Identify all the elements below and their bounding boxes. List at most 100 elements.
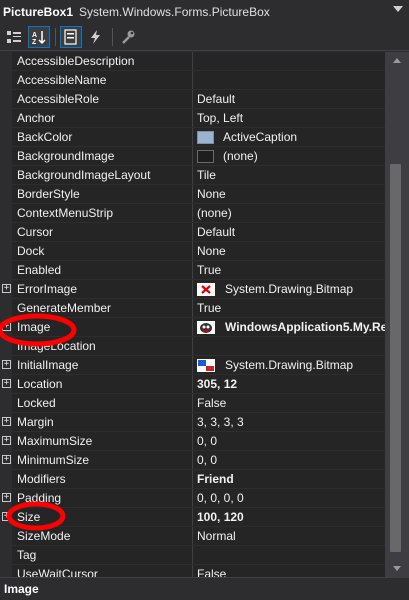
row-gutter	[0, 166, 12, 184]
property-value[interactable]	[193, 337, 385, 355]
property-name: SizeMode	[12, 527, 193, 545]
object-type: System.Windows.Forms.PictureBox	[79, 5, 270, 19]
alphabetical-button[interactable]: A Z	[28, 26, 50, 48]
property-value[interactable]: 0, 0	[193, 451, 385, 469]
property-row[interactable]: + MinimumSize 0, 0	[0, 451, 385, 470]
property-name: UseWaitCursor	[12, 565, 193, 577]
property-name: ContextMenuStrip	[12, 204, 193, 222]
property-value[interactable]: System.Drawing.Bitmap	[193, 356, 385, 374]
expand-icon[interactable]: +	[2, 493, 11, 502]
property-row[interactable]: Tag	[0, 546, 385, 565]
scroll-thumb[interactable]	[390, 164, 401, 552]
property-value[interactable]	[193, 52, 385, 70]
expand-icon[interactable]: +	[2, 455, 11, 464]
property-value[interactable]: Tile	[193, 166, 385, 184]
property-value-text: Default	[197, 92, 236, 106]
row-gutter	[0, 109, 12, 127]
property-row[interactable]: AccessibleName	[0, 71, 385, 90]
expand-icon[interactable]: +	[2, 284, 11, 293]
property-value[interactable]: 3, 3, 3, 3	[193, 413, 385, 431]
property-row[interactable]: AccessibleDescription	[0, 52, 385, 71]
property-name: Locked	[12, 394, 193, 412]
property-value[interactable]: True	[193, 299, 385, 317]
expand-icon[interactable]: +	[2, 379, 11, 388]
property-row[interactable]: BackgroundImageLayout Tile	[0, 166, 385, 185]
property-row[interactable]: Dock None	[0, 242, 385, 261]
events-button[interactable]	[85, 26, 107, 48]
property-value[interactable]: System.Drawing.Bitmap	[193, 280, 385, 298]
property-value[interactable]: Friend	[193, 470, 385, 488]
property-value[interactable]: Normal	[193, 527, 385, 545]
row-gutter	[0, 242, 12, 260]
property-value[interactable]	[193, 71, 385, 89]
vertical-scrollbar[interactable]	[385, 52, 409, 577]
property-row[interactable]: + Location 305, 12	[0, 375, 385, 394]
categorized-icon	[7, 31, 21, 43]
property-row[interactable]: Anchor Top, Left	[0, 109, 385, 128]
property-row[interactable]: Locked False	[0, 394, 385, 413]
property-value[interactable]: None	[193, 242, 385, 260]
property-value-text: WindowsApplication5.My.Re	[225, 320, 385, 334]
expand-icon[interactable]: +	[2, 436, 11, 445]
property-row[interactable]: + Padding 0, 0, 0, 0	[0, 489, 385, 508]
property-name: MinimumSize	[12, 451, 193, 469]
property-value[interactable]: 0, 0, 0, 0	[193, 489, 385, 507]
property-value[interactable]: ActiveCaption	[193, 128, 385, 146]
property-row[interactable]: + Margin 3, 3, 3, 3	[0, 413, 385, 432]
property-name: Margin	[12, 413, 193, 431]
property-row[interactable]: Modifiers Friend	[0, 470, 385, 489]
svg-text:Z: Z	[32, 39, 37, 45]
property-value-text: 100, 120	[197, 510, 244, 524]
properties-header[interactable]: PictureBox1 System.Windows.Forms.Picture…	[0, 0, 409, 24]
property-row[interactable]: BorderStyle None	[0, 185, 385, 204]
property-value[interactable]: 0, 0	[193, 432, 385, 450]
property-row[interactable]: GenerateMember True	[0, 299, 385, 318]
property-value[interactable]: Default	[193, 90, 385, 108]
property-row[interactable]: AccessibleRole Default	[0, 90, 385, 109]
property-row[interactable]: SizeMode Normal	[0, 527, 385, 546]
expand-icon[interactable]: +	[2, 360, 11, 369]
property-value[interactable]: Top, Left	[193, 109, 385, 127]
property-value[interactable]: True	[193, 261, 385, 279]
property-value[interactable]: False	[193, 565, 385, 577]
property-value[interactable]: (none)	[193, 204, 385, 222]
property-value[interactable]: (none)	[193, 147, 385, 165]
categorized-button[interactable]	[3, 26, 25, 48]
row-gutter	[0, 470, 12, 488]
property-row[interactable]: + ErrorImage System.Drawing.Bitmap	[0, 280, 385, 299]
property-name: ErrorImage	[12, 280, 193, 298]
scroll-up-icon[interactable]	[393, 58, 401, 63]
row-gutter: +	[0, 432, 12, 450]
property-row[interactable]: Enabled True	[0, 261, 385, 280]
toolbar-separator	[55, 28, 56, 46]
property-name: GenerateMember	[12, 299, 193, 317]
property-row[interactable]: UseWaitCursor False	[0, 565, 385, 577]
property-row[interactable]: ImageLocation	[0, 337, 385, 356]
property-row[interactable]: ContextMenuStrip (none)	[0, 204, 385, 223]
property-name: Anchor	[12, 109, 193, 127]
expand-icon[interactable]: +	[2, 512, 11, 521]
property-row[interactable]: + InitialImage System.Drawing.Bitmap	[0, 356, 385, 375]
properties-button[interactable]	[60, 26, 82, 48]
property-value[interactable]: WindowsApplication5.My.Re	[193, 318, 385, 336]
property-value[interactable]: False	[193, 394, 385, 412]
property-value[interactable]: 100, 120	[193, 508, 385, 526]
expand-icon[interactable]: +	[2, 417, 11, 426]
chevron-down-icon[interactable]	[393, 6, 403, 12]
property-name: Cursor	[12, 223, 193, 241]
property-value[interactable]	[193, 546, 385, 564]
property-row[interactable]: + Image WindowsApplication5.My.Re	[0, 318, 385, 337]
property-name: Enabled	[12, 261, 193, 279]
property-value-text: None	[197, 244, 226, 258]
property-row[interactable]: BackColor ActiveCaption	[0, 128, 385, 147]
property-row[interactable]: Cursor Default	[0, 223, 385, 242]
property-row[interactable]: + Size 100, 120	[0, 508, 385, 527]
property-value[interactable]: 305, 12	[193, 375, 385, 393]
property-value[interactable]: Default	[193, 223, 385, 241]
property-value[interactable]: None	[193, 185, 385, 203]
property-row[interactable]: BackgroundImage (none)	[0, 147, 385, 166]
property-row[interactable]: + MaximumSize 0, 0	[0, 432, 385, 451]
expand-icon[interactable]: +	[2, 322, 11, 331]
scroll-down-icon[interactable]	[393, 566, 401, 571]
property-pages-button[interactable]	[117, 26, 139, 48]
